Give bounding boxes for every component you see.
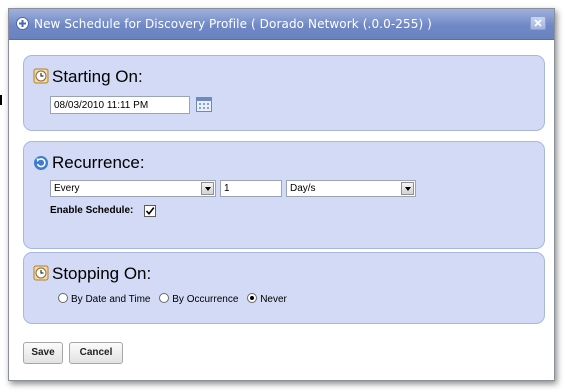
add-icon bbox=[16, 17, 29, 30]
frequency-select-value: Every bbox=[54, 183, 80, 194]
close-icon bbox=[534, 19, 542, 27]
background-edge-mark bbox=[0, 95, 2, 105]
starting-on-panel: Starting On: 08/03/2010 11:11 PM bbox=[23, 55, 545, 131]
refresh-icon bbox=[34, 156, 48, 170]
start-datetime-input[interactable]: 08/03/2010 11:11 PM bbox=[50, 96, 190, 114]
radio-by-occurrence[interactable] bbox=[159, 293, 170, 303]
radio-label: By Date and Time bbox=[71, 294, 151, 305]
stopping-on-title: Stopping On: bbox=[52, 264, 152, 283]
radio-label: Never bbox=[260, 294, 287, 305]
close-button[interactable] bbox=[530, 16, 546, 30]
radio-by-date-and-time[interactable] bbox=[58, 293, 68, 303]
recurrence-panel: Recurrence: Every 1 Day/s Enable Schedul… bbox=[23, 141, 545, 249]
recurrence-title: Recurrence: bbox=[52, 153, 145, 172]
enable-schedule-checkbox[interactable] bbox=[144, 205, 156, 217]
unit-select-value: Day/s bbox=[290, 183, 316, 194]
dialog-title: New Schedule for Discovery Profile ( Dor… bbox=[34, 17, 432, 31]
chevron-down-icon bbox=[201, 182, 214, 195]
interval-input[interactable]: 1 bbox=[220, 180, 282, 197]
radio-never[interactable] bbox=[247, 293, 258, 303]
enable-schedule-label: Enable Schedule: bbox=[50, 205, 134, 216]
dialog-titlebar[interactable]: New Schedule for Discovery Profile ( Dor… bbox=[9, 9, 554, 40]
radio-label: By Occurrence bbox=[172, 294, 239, 305]
unit-select[interactable]: Day/s bbox=[286, 180, 416, 197]
frequency-select[interactable]: Every bbox=[50, 180, 216, 197]
checkmark-icon bbox=[145, 207, 155, 216]
schedule-dialog: New Schedule for Discovery Profile ( Dor… bbox=[8, 8, 555, 381]
stopping-on-panel: Stopping On: By Date and Time By Occurre… bbox=[23, 252, 545, 324]
save-button[interactable]: Save bbox=[23, 342, 63, 364]
chevron-down-icon bbox=[401, 182, 414, 195]
cancel-button[interactable]: Cancel bbox=[69, 342, 123, 364]
clock-icon bbox=[33, 68, 49, 84]
clock-icon bbox=[33, 265, 49, 281]
calendar-icon[interactable] bbox=[196, 97, 212, 112]
stop-options: By Date and Time By Occurrence Never bbox=[58, 293, 293, 305]
starting-on-title: Starting On: bbox=[52, 67, 143, 86]
